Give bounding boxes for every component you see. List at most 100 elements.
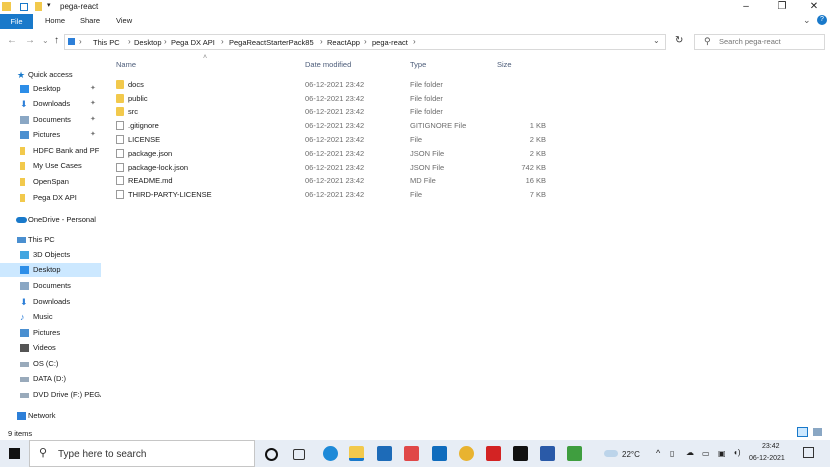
nav-pc-dvd-drive[interactable]: DVD Drive (F:) PEGA [0, 388, 101, 402]
breadcrumb-reactapp[interactable]: ReactApp [327, 38, 360, 47]
pin-icon[interactable]: ✦ [90, 97, 96, 111]
computer-icon [17, 237, 26, 243]
file-icon [116, 149, 124, 158]
details-view-icon[interactable] [797, 427, 808, 437]
nav-pc-documents[interactable]: Documents [0, 279, 101, 293]
breadcrumb-pegareactstarterpack85[interactable]: PegaReactStarterPack85 [229, 38, 314, 47]
pin-icon[interactable]: ✦ [90, 82, 96, 96]
network-icon[interactable]: ▭ [702, 449, 710, 458]
file-explorer-icon[interactable] [349, 446, 364, 461]
tab-view[interactable]: View [116, 16, 132, 25]
maximize-button[interactable]: ❐ [768, 0, 796, 14]
task-view-icon[interactable] [293, 449, 305, 460]
minimize-button[interactable]: – [732, 0, 760, 14]
expand-ribbon-icon[interactable]: ⌄ [803, 15, 811, 26]
cloud-icon [16, 217, 27, 223]
nav-qa-downloads[interactable]: ⬇ Downloads ✦ [0, 97, 101, 111]
file-row-src[interactable]: src 06-12-2021 23:42 File folder [108, 105, 558, 118]
column-header-size[interactable]: Size [497, 60, 512, 69]
acrobat-icon[interactable] [486, 446, 501, 461]
show-hidden-icons-icon[interactable]: ^ [656, 448, 660, 458]
file-row-license[interactable]: LICENSE 06-12-2021 23:42 File 2 KB [108, 133, 558, 146]
customize-quick-access-icon[interactable]: ▾ [47, 1, 56, 10]
breadcrumb-this-pc[interactable]: This PC [93, 38, 120, 47]
nav-pc-data-d[interactable]: DATA (D:) [0, 372, 101, 386]
recent-locations-icon[interactable]: ⌄ [42, 36, 49, 45]
close-button[interactable]: ✕ [800, 0, 828, 14]
nav-qa-documents[interactable]: Documents ✦ [0, 113, 101, 127]
folder-icon [2, 2, 11, 11]
nav-pc-pictures[interactable]: Pictures [0, 326, 101, 340]
file-row-gitignore[interactable]: .gitignore 06-12-2021 23:42 GITIGNORE Fi… [108, 119, 558, 132]
file-row-package-lock-json[interactable]: package-lock.json 06-12-2021 23:42 JSON … [108, 161, 558, 174]
help-icon[interactable]: ? [817, 15, 827, 25]
column-header-name[interactable]: Name [116, 60, 136, 69]
nav-pc-desktop[interactable]: Desktop [0, 263, 101, 277]
clock-date[interactable]: 06-12-2021 [749, 455, 785, 462]
terminal-icon[interactable] [513, 446, 528, 461]
clock-time[interactable]: 23:42 [762, 443, 780, 450]
cloud-icon[interactable]: ☁ [686, 448, 694, 457]
file-row-public[interactable]: public 06-12-2021 23:42 File folder [108, 92, 558, 105]
weather-icon[interactable] [604, 450, 618, 457]
tab-home[interactable]: Home [45, 16, 65, 25]
refresh-icon[interactable]: ↻ [675, 35, 683, 46]
tab-file[interactable]: File [0, 14, 33, 29]
tab-share[interactable]: Share [80, 16, 100, 25]
mail-icon[interactable] [432, 446, 447, 461]
nav-qa-my-use-cases[interactable]: My Use Cases [0, 159, 101, 173]
nav-qa-pega-dx-api[interactable]: Pega DX API [0, 191, 101, 205]
nav-pc-3d-objects[interactable]: 3D Objects [0, 248, 101, 262]
pin-icon[interactable]: ✦ [90, 113, 96, 127]
display-icon[interactable]: ▣ [718, 449, 726, 458]
chrome-icon[interactable] [459, 446, 474, 461]
notifications-icon[interactable] [803, 447, 814, 458]
properties-icon[interactable] [20, 3, 28, 11]
up-icon[interactable]: ↑ [54, 35, 59, 46]
nav-pc-os-c[interactable]: OS (C:) [0, 357, 101, 371]
volume-icon[interactable]: ◖) [733, 448, 741, 457]
app-icon[interactable] [404, 446, 419, 461]
navigation-bar: ← → ⌄ ↑ › This PC › Desktop › Pega DX AP… [0, 32, 830, 52]
large-icons-view-icon[interactable] [813, 428, 822, 436]
search-box[interactable]: ⚲ [694, 34, 825, 50]
nav-qa-hdfc[interactable]: HDFC Bank and PF [0, 144, 101, 158]
taskbar-search-box[interactable]: ⚲ Type here to search [29, 440, 255, 467]
address-bar[interactable]: › This PC › Desktop › Pega DX API › Pega… [64, 34, 666, 50]
breadcrumb-pega-dx-api[interactable]: Pega DX API [171, 38, 215, 47]
file-row-third-party-license[interactable]: THIRD-PARTY-LICENSE 06-12-2021 23:42 Fil… [108, 188, 558, 201]
file-row-docs[interactable]: docs 06-12-2021 23:42 File folder [108, 78, 558, 91]
node-icon[interactable] [567, 446, 582, 461]
address-dropdown-icon[interactable]: ⌄ [653, 36, 660, 45]
nav-pc-videos[interactable]: Videos [0, 341, 101, 355]
nav-qa-pictures[interactable]: Pictures ✦ [0, 128, 101, 142]
nav-onedrive[interactable]: OneDrive - Personal [0, 213, 101, 227]
nav-pc-downloads[interactable]: ⬇ Downloads [0, 295, 101, 309]
nav-network[interactable]: Network [0, 409, 101, 423]
file-row-readme[interactable]: README.md 06-12-2021 23:42 MD File 16 KB [108, 174, 558, 187]
pin-icon[interactable]: ✦ [90, 128, 96, 142]
temperature[interactable]: 22°C [622, 450, 640, 459]
column-header-type[interactable]: Type [410, 60, 426, 69]
edge-icon[interactable] [323, 446, 338, 461]
documents-icon [20, 282, 29, 290]
nav-quick-access[interactable]: ★ Quick access [0, 68, 101, 82]
nav-this-pc[interactable]: This PC [0, 233, 101, 247]
breadcrumb-pega-react[interactable]: pega-react [372, 38, 408, 47]
nav-qa-desktop[interactable]: Desktop ✦ [0, 82, 101, 96]
forward-icon[interactable]: → [25, 35, 35, 46]
tray-icon[interactable]: ▯ [670, 449, 674, 458]
new-folder-icon[interactable] [35, 2, 42, 11]
remote-desktop-icon[interactable] [540, 446, 555, 461]
breadcrumb-desktop[interactable]: Desktop [134, 38, 162, 47]
search-input[interactable] [719, 37, 819, 46]
store-icon[interactable] [377, 446, 392, 461]
windows-start-icon[interactable] [9, 448, 20, 459]
nav-pc-music[interactable]: ♪ Music [0, 310, 101, 324]
chevron-right-icon: › [221, 37, 224, 46]
back-icon[interactable]: ← [7, 35, 17, 46]
file-row-package-json[interactable]: package.json 06-12-2021 23:42 JSON File … [108, 147, 558, 160]
column-header-date[interactable]: Date modified [305, 60, 351, 69]
nav-qa-openspan[interactable]: OpenSpan [0, 175, 101, 189]
cortana-icon[interactable] [265, 448, 278, 461]
